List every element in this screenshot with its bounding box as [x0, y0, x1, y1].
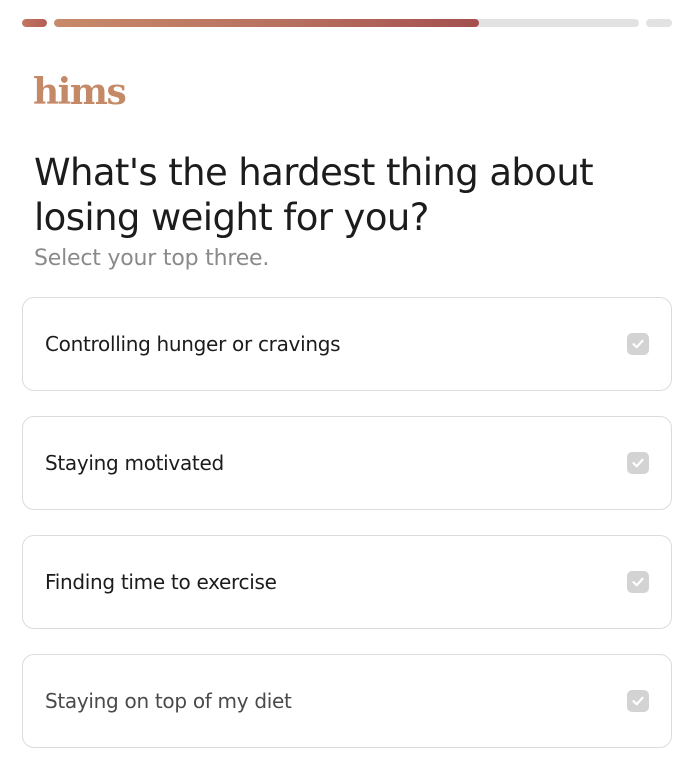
checkbox-check-icon[interactable] — [627, 571, 649, 593]
checkbox-check-icon[interactable] — [627, 452, 649, 474]
option-label: Controlling hunger or cravings — [45, 332, 341, 356]
progress-segment-1-fill — [22, 19, 47, 27]
checkbox-check-icon[interactable] — [627, 690, 649, 712]
hims-logo[interactable]: hims — [33, 74, 127, 110]
question-title: What's the hardest thing about losing we… — [34, 151, 594, 239]
checkbox-check-icon[interactable] — [627, 333, 649, 355]
progress-segment-3 — [646, 19, 672, 27]
question-subtitle: Select your top three. — [34, 246, 270, 271]
option-finding-time[interactable]: Finding time to exercise — [22, 535, 672, 629]
progress-bar — [22, 19, 672, 27]
options-list: Controlling hunger or cravings Staying m… — [22, 297, 672, 764]
option-controlling-hunger[interactable]: Controlling hunger or cravings — [22, 297, 672, 391]
progress-segment-1 — [22, 19, 47, 27]
option-staying-on-diet[interactable]: Staying on top of my diet — [22, 654, 672, 748]
option-label: Finding time to exercise — [45, 570, 277, 594]
progress-segment-2-fill — [54, 19, 480, 27]
option-staying-motivated[interactable]: Staying motivated — [22, 416, 672, 510]
progress-segment-2 — [54, 19, 639, 27]
option-label: Staying on top of my diet — [45, 689, 292, 713]
quiz-page: hims What's the hardest thing about losi… — [0, 0, 686, 764]
option-label: Staying motivated — [45, 451, 224, 475]
